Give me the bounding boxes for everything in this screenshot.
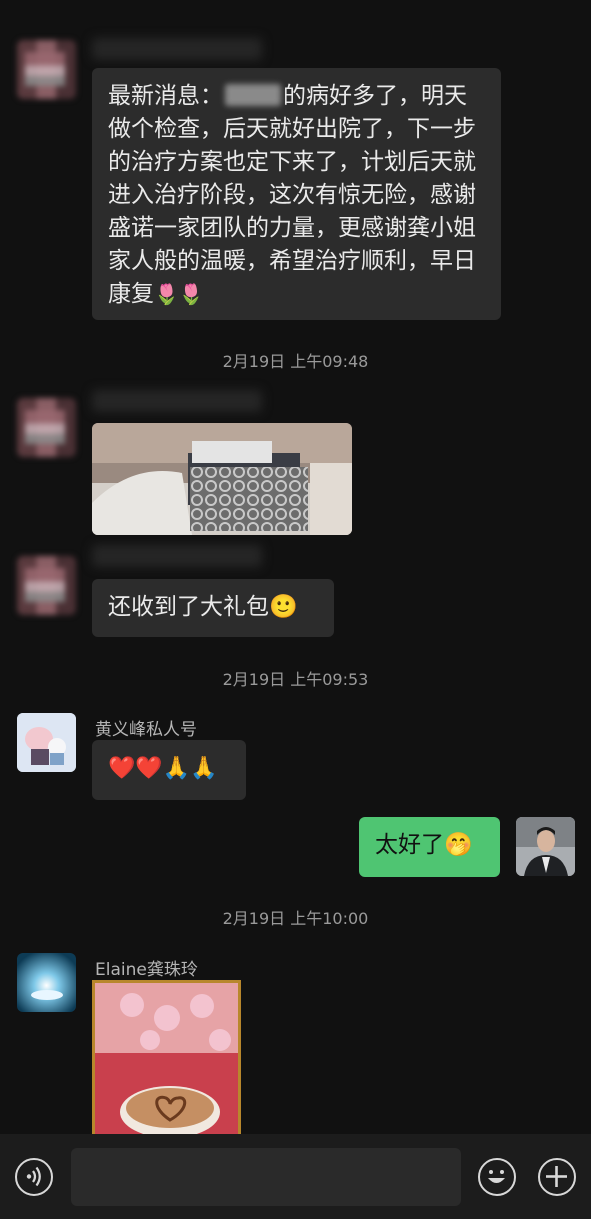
avatar[interactable] (17, 713, 76, 772)
message-text-prefix: 最新消息： (108, 83, 223, 109)
profile-photo (516, 817, 575, 876)
sender-name-redacted (92, 38, 262, 60)
sender-name-redacted (92, 390, 262, 412)
coffee-orchid-photo (92, 980, 241, 1135)
redacted-text (225, 84, 281, 106)
plus-icon[interactable] (538, 1158, 576, 1196)
voice-icon[interactable] (15, 1158, 53, 1196)
message-text: 还收到了大礼包 (108, 594, 269, 620)
emoji-icon-glyph (488, 1170, 505, 1183)
message-text: 的病好多了，明天做个检查，后天就好出院了，下一步的治疗方案也定下来了，计划后天就… (108, 83, 476, 307)
sender-name-redacted (92, 545, 262, 567)
tulip-emoji: 🌷🌷 (154, 282, 204, 306)
image-message[interactable] (92, 980, 241, 1135)
sender-name: 黄义峰私人号 (95, 720, 197, 740)
cartoon-pig-avatar (17, 713, 76, 772)
gift-basket-photo (92, 423, 352, 535)
sender-name: Elaine龚珠玲 (95, 960, 198, 980)
giggle-emoji: 🤭 (444, 832, 473, 858)
heart-pray-emoji: ❤️❤️🙏🙏 (108, 756, 218, 781)
my-message-bubble[interactable]: 太好了🤭 (359, 817, 500, 877)
timestamp: 2月19日 上午09:48 (222, 352, 369, 371)
voice-icon-glyph (26, 1166, 41, 1187)
avatar[interactable] (17, 398, 76, 457)
message-input[interactable] (71, 1148, 461, 1206)
plus-icon-glyph (546, 1166, 567, 1187)
message-bubble[interactable]: ❤️❤️🙏🙏 (92, 740, 246, 800)
timestamp: 2月19日 上午09:53 (222, 670, 369, 689)
message-bubble[interactable]: 还收到了大礼包🙂 (92, 579, 334, 637)
emoji-icon[interactable] (478, 1158, 516, 1196)
smile-emoji: 🙂 (269, 594, 298, 620)
input-bar (0, 1134, 591, 1219)
avatar[interactable] (17, 40, 76, 99)
message-text: 太好了 (375, 832, 444, 858)
image-message[interactable] (92, 423, 352, 535)
lotus-avatar (17, 953, 76, 1012)
timestamp: 2月19日 上午10:00 (222, 909, 369, 928)
avatar[interactable] (17, 556, 76, 615)
my-avatar[interactable] (516, 817, 575, 876)
message-bubble[interactable]: 最新消息： 的病好多了，明天做个检查，后天就好出院了，下一步的治疗方案也定下来了，… (92, 68, 501, 320)
avatar[interactable] (17, 953, 76, 1012)
